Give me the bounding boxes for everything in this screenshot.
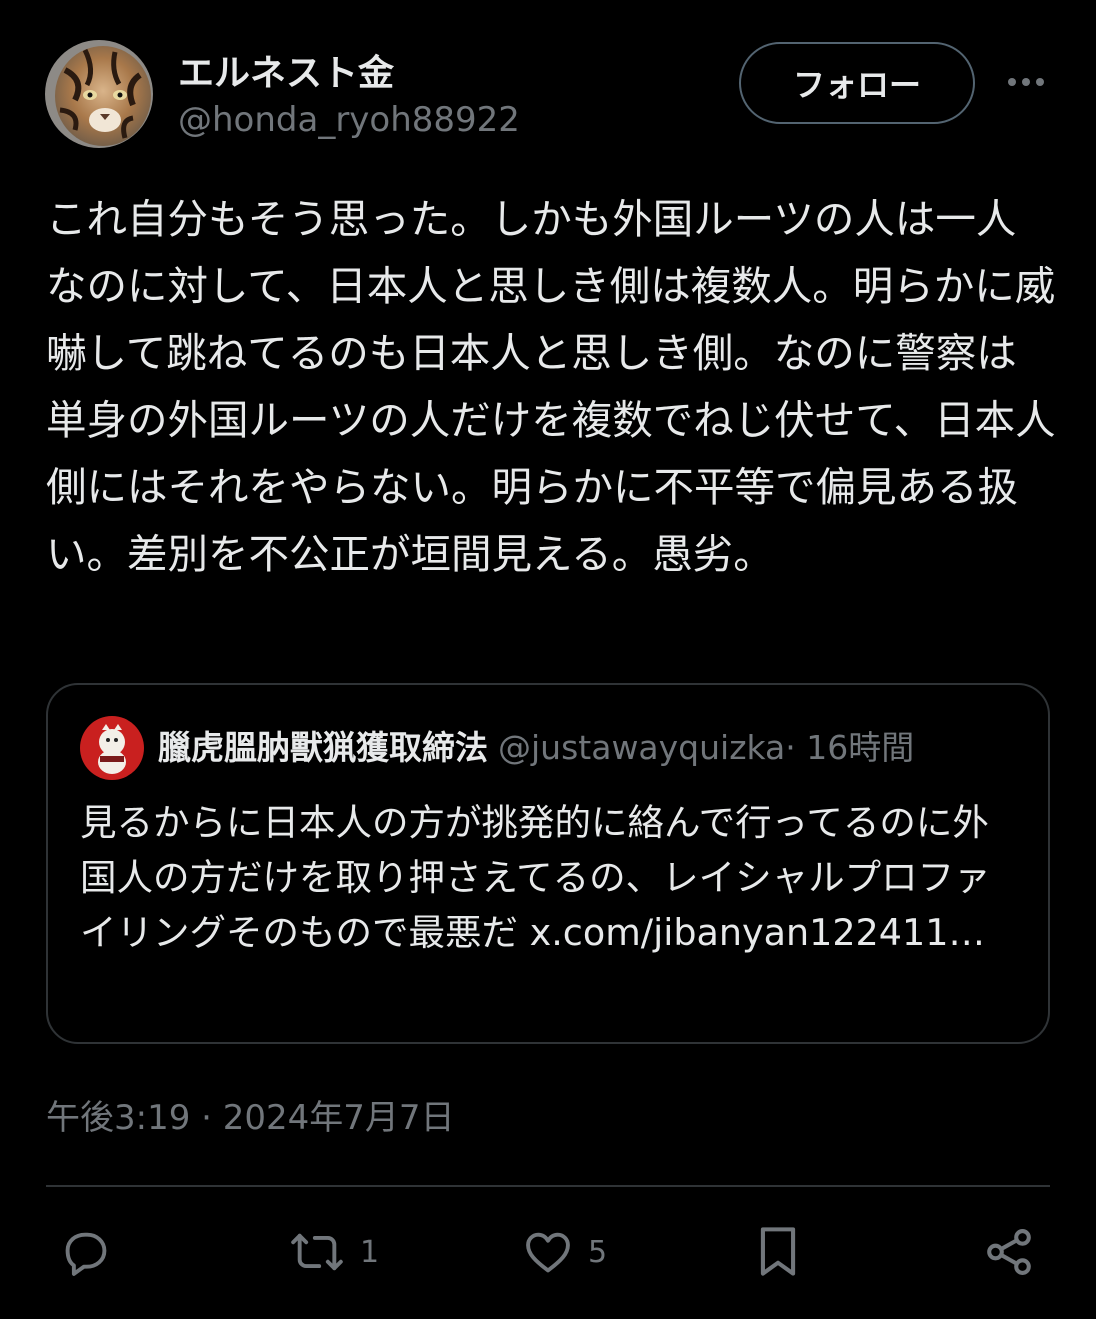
- tweet-text: これ自分もそう思った。しかも外国ルーツの人は一人なのに対して、日本人と思しき側は…: [46, 195, 1056, 578]
- quoted-tweet-card[interactable]: 臘虎膃肭獸猟獲取締法 @justawayquizka· 16時間 見るからに日本人…: [46, 683, 1050, 1044]
- share-button[interactable]: [982, 1222, 1036, 1282]
- heart-icon: [522, 1226, 574, 1278]
- follow-button[interactable]: フォロー: [739, 42, 975, 124]
- retweet-button[interactable]: 1: [288, 1222, 379, 1282]
- like-count: 5: [588, 1234, 608, 1270]
- share-icon: [982, 1225, 1036, 1279]
- quoted-author-handle[interactable]: @justawayquizka: [498, 723, 785, 773]
- bookmark-icon: [752, 1224, 804, 1280]
- tweet-detail: エルネスト金 @honda_ryoh88922 フォロー これ自分もそう思った。…: [0, 0, 1096, 1319]
- quoted-tweet-header: 臘虎膃肭獸猟獲取締法 @justawayquizka· 16時間: [158, 723, 1018, 773]
- author-handle[interactable]: @honda_ryoh88922: [178, 100, 520, 140]
- quoted-tweet-text: 見るからに日本人の方が挑発的に絡んで行ってるのに外国人の方だけを取り押さえてるの…: [80, 795, 1010, 960]
- like-button[interactable]: 5: [522, 1222, 607, 1282]
- quoted-author-avatar: [80, 716, 144, 780]
- tweet-timestamp[interactable]: 午後3:19 · 2024年7月7日: [46, 1090, 455, 1139]
- divider: [46, 1185, 1050, 1187]
- retweet-count: 1: [360, 1234, 380, 1270]
- bookmark-button[interactable]: [752, 1222, 804, 1282]
- more-horizontal-icon[interactable]: [1004, 62, 1048, 102]
- reply-icon: [60, 1226, 112, 1278]
- reply-button[interactable]: [60, 1222, 126, 1282]
- quoted-tweet-time: · 16時間: [785, 728, 915, 767]
- quoted-author-name[interactable]: 臘虎膃肭獸猟獲取締法: [158, 723, 488, 773]
- retweet-icon: [288, 1226, 346, 1278]
- quoted-tweet-link[interactable]: x.com/jibanyan122411…: [530, 911, 985, 954]
- author-display-name[interactable]: エルネスト金: [178, 44, 394, 96]
- author-avatar[interactable]: [45, 40, 153, 148]
